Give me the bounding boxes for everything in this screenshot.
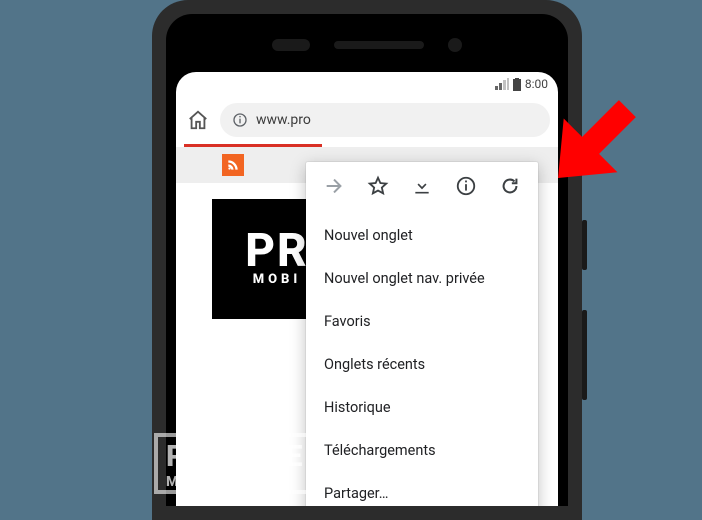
menu-icon-row bbox=[306, 162, 538, 210]
forward-button[interactable] bbox=[320, 172, 348, 200]
home-icon bbox=[187, 109, 209, 131]
browser-toolbar: www.pro bbox=[176, 96, 558, 144]
info-icon bbox=[232, 112, 248, 128]
menu-item-bookmarks[interactable]: Favoris bbox=[306, 300, 538, 343]
menu-item-recent-tabs[interactable]: Onglets récents bbox=[306, 343, 538, 386]
clock: 8:00 bbox=[525, 77, 548, 91]
rss-icon[interactable] bbox=[222, 154, 244, 176]
menu-item-share[interactable]: Partager… bbox=[306, 472, 538, 506]
download-icon bbox=[412, 176, 432, 196]
status-bar: 8:00 bbox=[176, 72, 558, 96]
logo-line1: PR bbox=[245, 231, 309, 272]
side-button bbox=[582, 310, 587, 400]
menu-items: Nouvel onglet Nouvel onglet nav. privée … bbox=[306, 210, 538, 506]
info-icon bbox=[455, 175, 477, 197]
logo-line2: MOBI bbox=[253, 272, 302, 287]
url-text: www.pro bbox=[256, 112, 311, 128]
menu-item-downloads[interactable]: Téléchargements bbox=[306, 429, 538, 472]
home-button[interactable] bbox=[184, 106, 212, 134]
menu-item-history[interactable]: Historique bbox=[306, 386, 538, 429]
menu-item-new-tab[interactable]: Nouvel onglet bbox=[306, 214, 538, 257]
overflow-menu: Nouvel onglet Nouvel onglet nav. privée … bbox=[306, 162, 538, 506]
menu-item-new-incognito-tab[interactable]: Nouvel onglet nav. privée bbox=[306, 257, 538, 300]
bookmark-button[interactable] bbox=[364, 172, 392, 200]
screen: 8:00 www.pro PR bbox=[176, 72, 558, 506]
phone-bezel: 8:00 www.pro PR bbox=[166, 14, 568, 506]
url-bar[interactable]: www.pro bbox=[220, 103, 550, 137]
reload-button[interactable] bbox=[496, 172, 524, 200]
download-button[interactable] bbox=[408, 172, 436, 200]
arrow-right-icon bbox=[323, 175, 345, 197]
phone-sensors bbox=[166, 30, 568, 60]
reload-icon bbox=[499, 175, 521, 197]
signal-icon bbox=[495, 78, 509, 90]
battery-icon bbox=[513, 78, 521, 91]
page-info-button[interactable] bbox=[452, 172, 480, 200]
star-icon bbox=[367, 175, 389, 197]
side-button bbox=[582, 220, 587, 270]
phone-frame: 8:00 www.pro PR bbox=[152, 0, 582, 520]
